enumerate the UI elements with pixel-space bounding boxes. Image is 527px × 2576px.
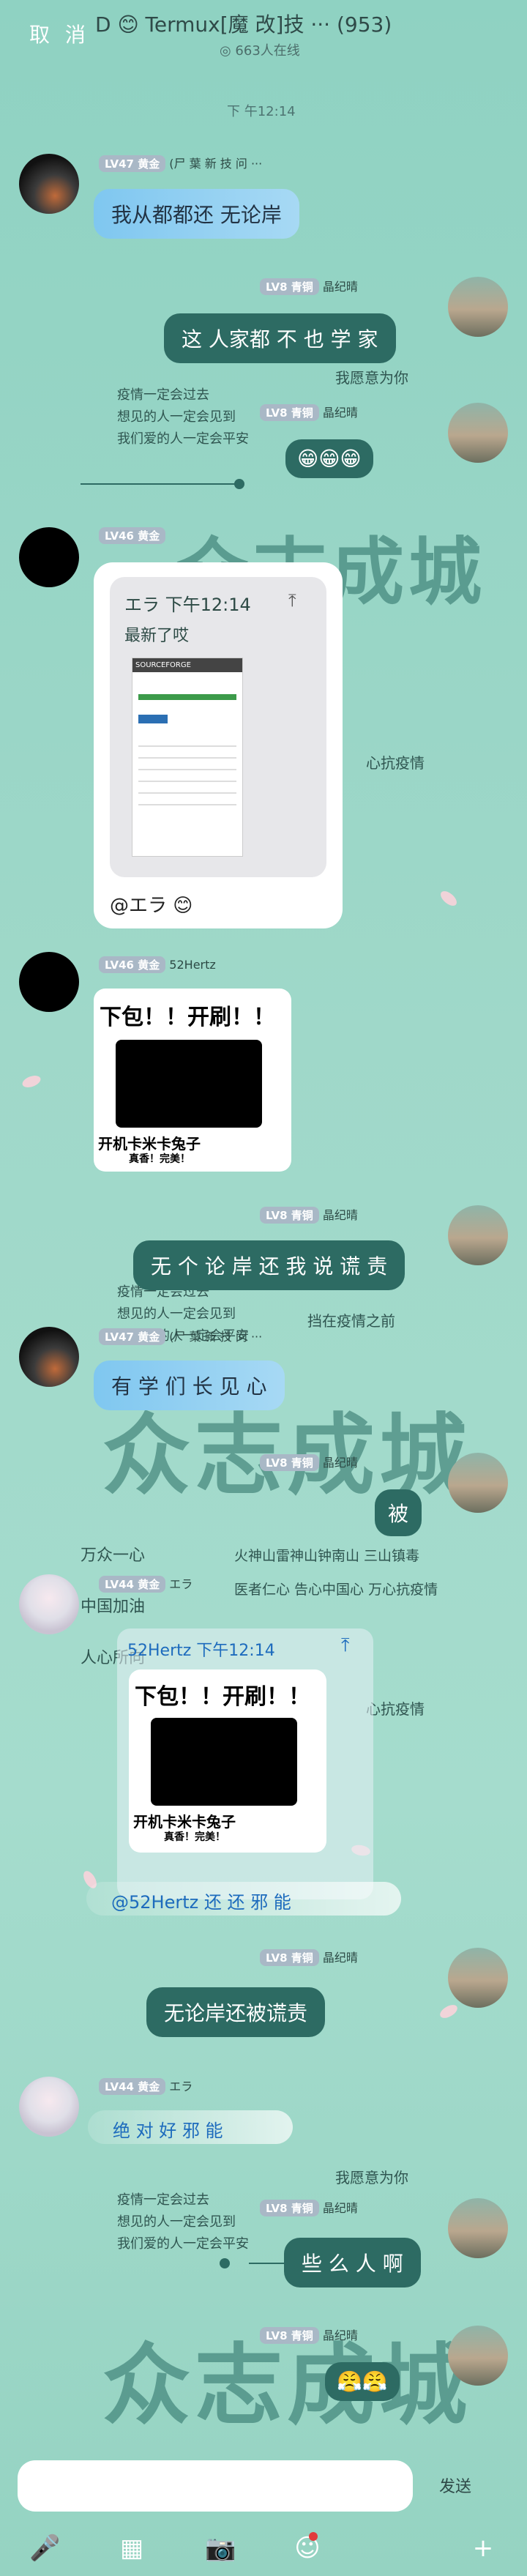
sender-line: LV46 黄金 52Hertz — [99, 956, 216, 973]
sender-line: LV44 黄金 エラ — [99, 1574, 193, 1593]
meme-caption: 开机卡米卡兔子 — [98, 1135, 201, 1153]
petal-decoration — [438, 2002, 460, 2021]
jump-icon[interactable]: ⤒ — [288, 590, 296, 611]
poem-block: 挡在疫情之前 — [307, 1312, 395, 1330]
sender-line: LV8 青铜 晶纪晴 — [260, 1948, 358, 1966]
meme-picture — [116, 1040, 262, 1128]
timestamp: 下 午12:14 — [227, 104, 296, 119]
message-bubble[interactable]: 我从都都还 无论岸 — [94, 189, 299, 239]
emoji-message[interactable]: 😤😤 — [325, 2362, 400, 2401]
petal-decoration — [20, 1073, 42, 1090]
message-bubble[interactable]: 这 人家都 不 也 学 家 — [164, 313, 396, 363]
cancel-button[interactable]: 取 消 — [29, 19, 90, 48]
avatar[interactable] — [448, 1205, 508, 1265]
online-count: ◎ 663人在线 — [220, 43, 300, 59]
quote-reply[interactable]: 52Hertz 下午12:14 ⤒ 下包！！开刷！！ 开机卡米卡兔子 真香！完美… — [117, 1628, 373, 1899]
bottom-toolbar: 🎤 ▦ 📷 ☺ + — [0, 2519, 527, 2576]
avatar[interactable] — [19, 2077, 79, 2137]
jump-icon[interactable]: ⤒ — [341, 1634, 350, 1657]
meme-image[interactable]: 下包！！开刷！！ 开机卡米卡兔子 真香！完美！ — [94, 989, 291, 1172]
quote-text: 最新了哎 — [124, 627, 190, 645]
avatar[interactable] — [448, 1948, 508, 2008]
avatar[interactable] — [448, 1453, 508, 1513]
poem-left-1: 疫情一定会过去 想见的人一定会见到 我们爱的人一定会平安 — [117, 387, 249, 447]
sender-line: LV47 黄金 (尸 葉 新 技 问 ··· — [99, 1327, 262, 1345]
avatar[interactable] — [19, 154, 79, 214]
camera-icon[interactable]: 📷 — [205, 2534, 236, 2563]
screenshot-thumbnail[interactable]: SOURCEFORGE — [132, 658, 243, 857]
microphone-icon[interactable]: 🎤 — [29, 2534, 60, 2563]
quote-header: エラ 下午12:14 — [124, 595, 251, 615]
image-icon[interactable]: ▦ — [117, 2534, 146, 2563]
avatar[interactable] — [448, 2326, 508, 2386]
poem-fight-1: 心抗疫情 — [366, 754, 425, 772]
message-bubble[interactable]: 无论岸还被谎责 — [146, 1987, 326, 2037]
chat-title[interactable]: D 😊 Termux[魔 改]技 ··· (953) — [95, 9, 392, 38]
meme-caption: 开机卡米卡兔子 — [133, 1813, 236, 1831]
poem-fight-2: 心抗疫情 — [366, 1700, 425, 1718]
quote-box: エラ 下午12:14 ⤒ 最新了哎 SOURCEFORGE — [110, 577, 326, 877]
top-bar: 取 消 D 😊 Termux[魔 改]技 ··· (953) ◎ 663人在线 — [0, 0, 527, 66]
avatar[interactable] — [448, 277, 508, 337]
message-bubble[interactable]: 被 — [375, 1489, 422, 1536]
meme-picture — [151, 1718, 297, 1806]
plus-icon[interactable]: + — [468, 2534, 498, 2563]
sender-line: LV8 青铜 晶纪晴 — [260, 2326, 358, 2344]
message-bubble[interactable]: 无 个 论 岸 还 我 说 谎 责 — [133, 1240, 405, 1290]
divider-dot — [220, 2258, 230, 2268]
sender-line: LV8 青铜 晶纪晴 — [260, 403, 358, 421]
divider-dot — [234, 479, 244, 489]
message-bubble[interactable]: 些 么 人 啊 — [284, 2238, 421, 2287]
sender-line: LV47 黄金 (尸 葉 新 技 问 ··· — [99, 154, 262, 172]
avatar[interactable] — [19, 952, 79, 1012]
meme-image[interactable]: 下包！！开刷！！ 开机卡米卡兔子 真香！完美！ — [129, 1669, 326, 1853]
avatar[interactable] — [448, 2198, 508, 2258]
avatar[interactable] — [19, 1327, 79, 1387]
avatar[interactable] — [19, 527, 79, 587]
sender-line: LV46 黄金 — [99, 527, 166, 544]
forwarded-card[interactable]: エラ 下午12:14 ⤒ 最新了哎 SOURCEFORGE @エラ 😊 — [94, 562, 343, 928]
meme-sub: 真香！完美！ — [129, 1153, 190, 1165]
notification-dot — [309, 2532, 318, 2541]
poem-right-1: 我愿意为你 — [335, 369, 408, 387]
poem-river: 火神山雷神山钟南山 三山镇毒 医者仁心 告心中国心 万心抗疫情 — [234, 1548, 438, 1598]
poem-right-2: 我愿意为你 — [335, 2169, 408, 2186]
mention-text: @エラ 😊 — [110, 895, 193, 917]
sender-line: LV8 青铜 晶纪晴 — [260, 277, 358, 295]
avatar[interactable] — [19, 1574, 79, 1634]
sender-line: LV44 黄金 エラ — [99, 2077, 193, 2095]
emoji-message[interactable]: 😁😁😁 — [285, 439, 373, 478]
divider-line — [81, 483, 242, 485]
poem-left-3: 疫情一定会过去 想见的人一定会见到 我们爱的人一定会平安 — [117, 2192, 249, 2252]
message-bubble[interactable]: 绝 对 好 邪 能 — [88, 2110, 293, 2144]
message-input[interactable] — [18, 2460, 413, 2512]
emoji-icon[interactable]: ☺ — [293, 2534, 322, 2563]
meme-sub: 真香！完美！ — [164, 1831, 225, 1843]
sender-line: LV8 青铜 晶纪晴 — [260, 1205, 358, 1224]
mention-bubble[interactable]: @52Hertz 还 还 邪 能 — [86, 1882, 401, 1916]
sender-line: LV8 青铜 晶纪晴 — [260, 1453, 358, 1471]
quote-header: 52Hertz 下午12:14 — [127, 1642, 275, 1660]
meme-title: 下包！！开刷！！ — [100, 1005, 275, 1030]
avatar[interactable] — [448, 403, 508, 463]
meme-title: 下包！！开刷！！ — [135, 1684, 310, 1710]
send-button[interactable]: 发送 — [439, 2473, 471, 2497]
sender-line: LV8 青铜 晶纪晴 — [260, 2198, 358, 2216]
petal-decoration — [438, 888, 460, 909]
message-bubble[interactable]: 有 学 们 长 见 心 — [94, 1360, 285, 1410]
